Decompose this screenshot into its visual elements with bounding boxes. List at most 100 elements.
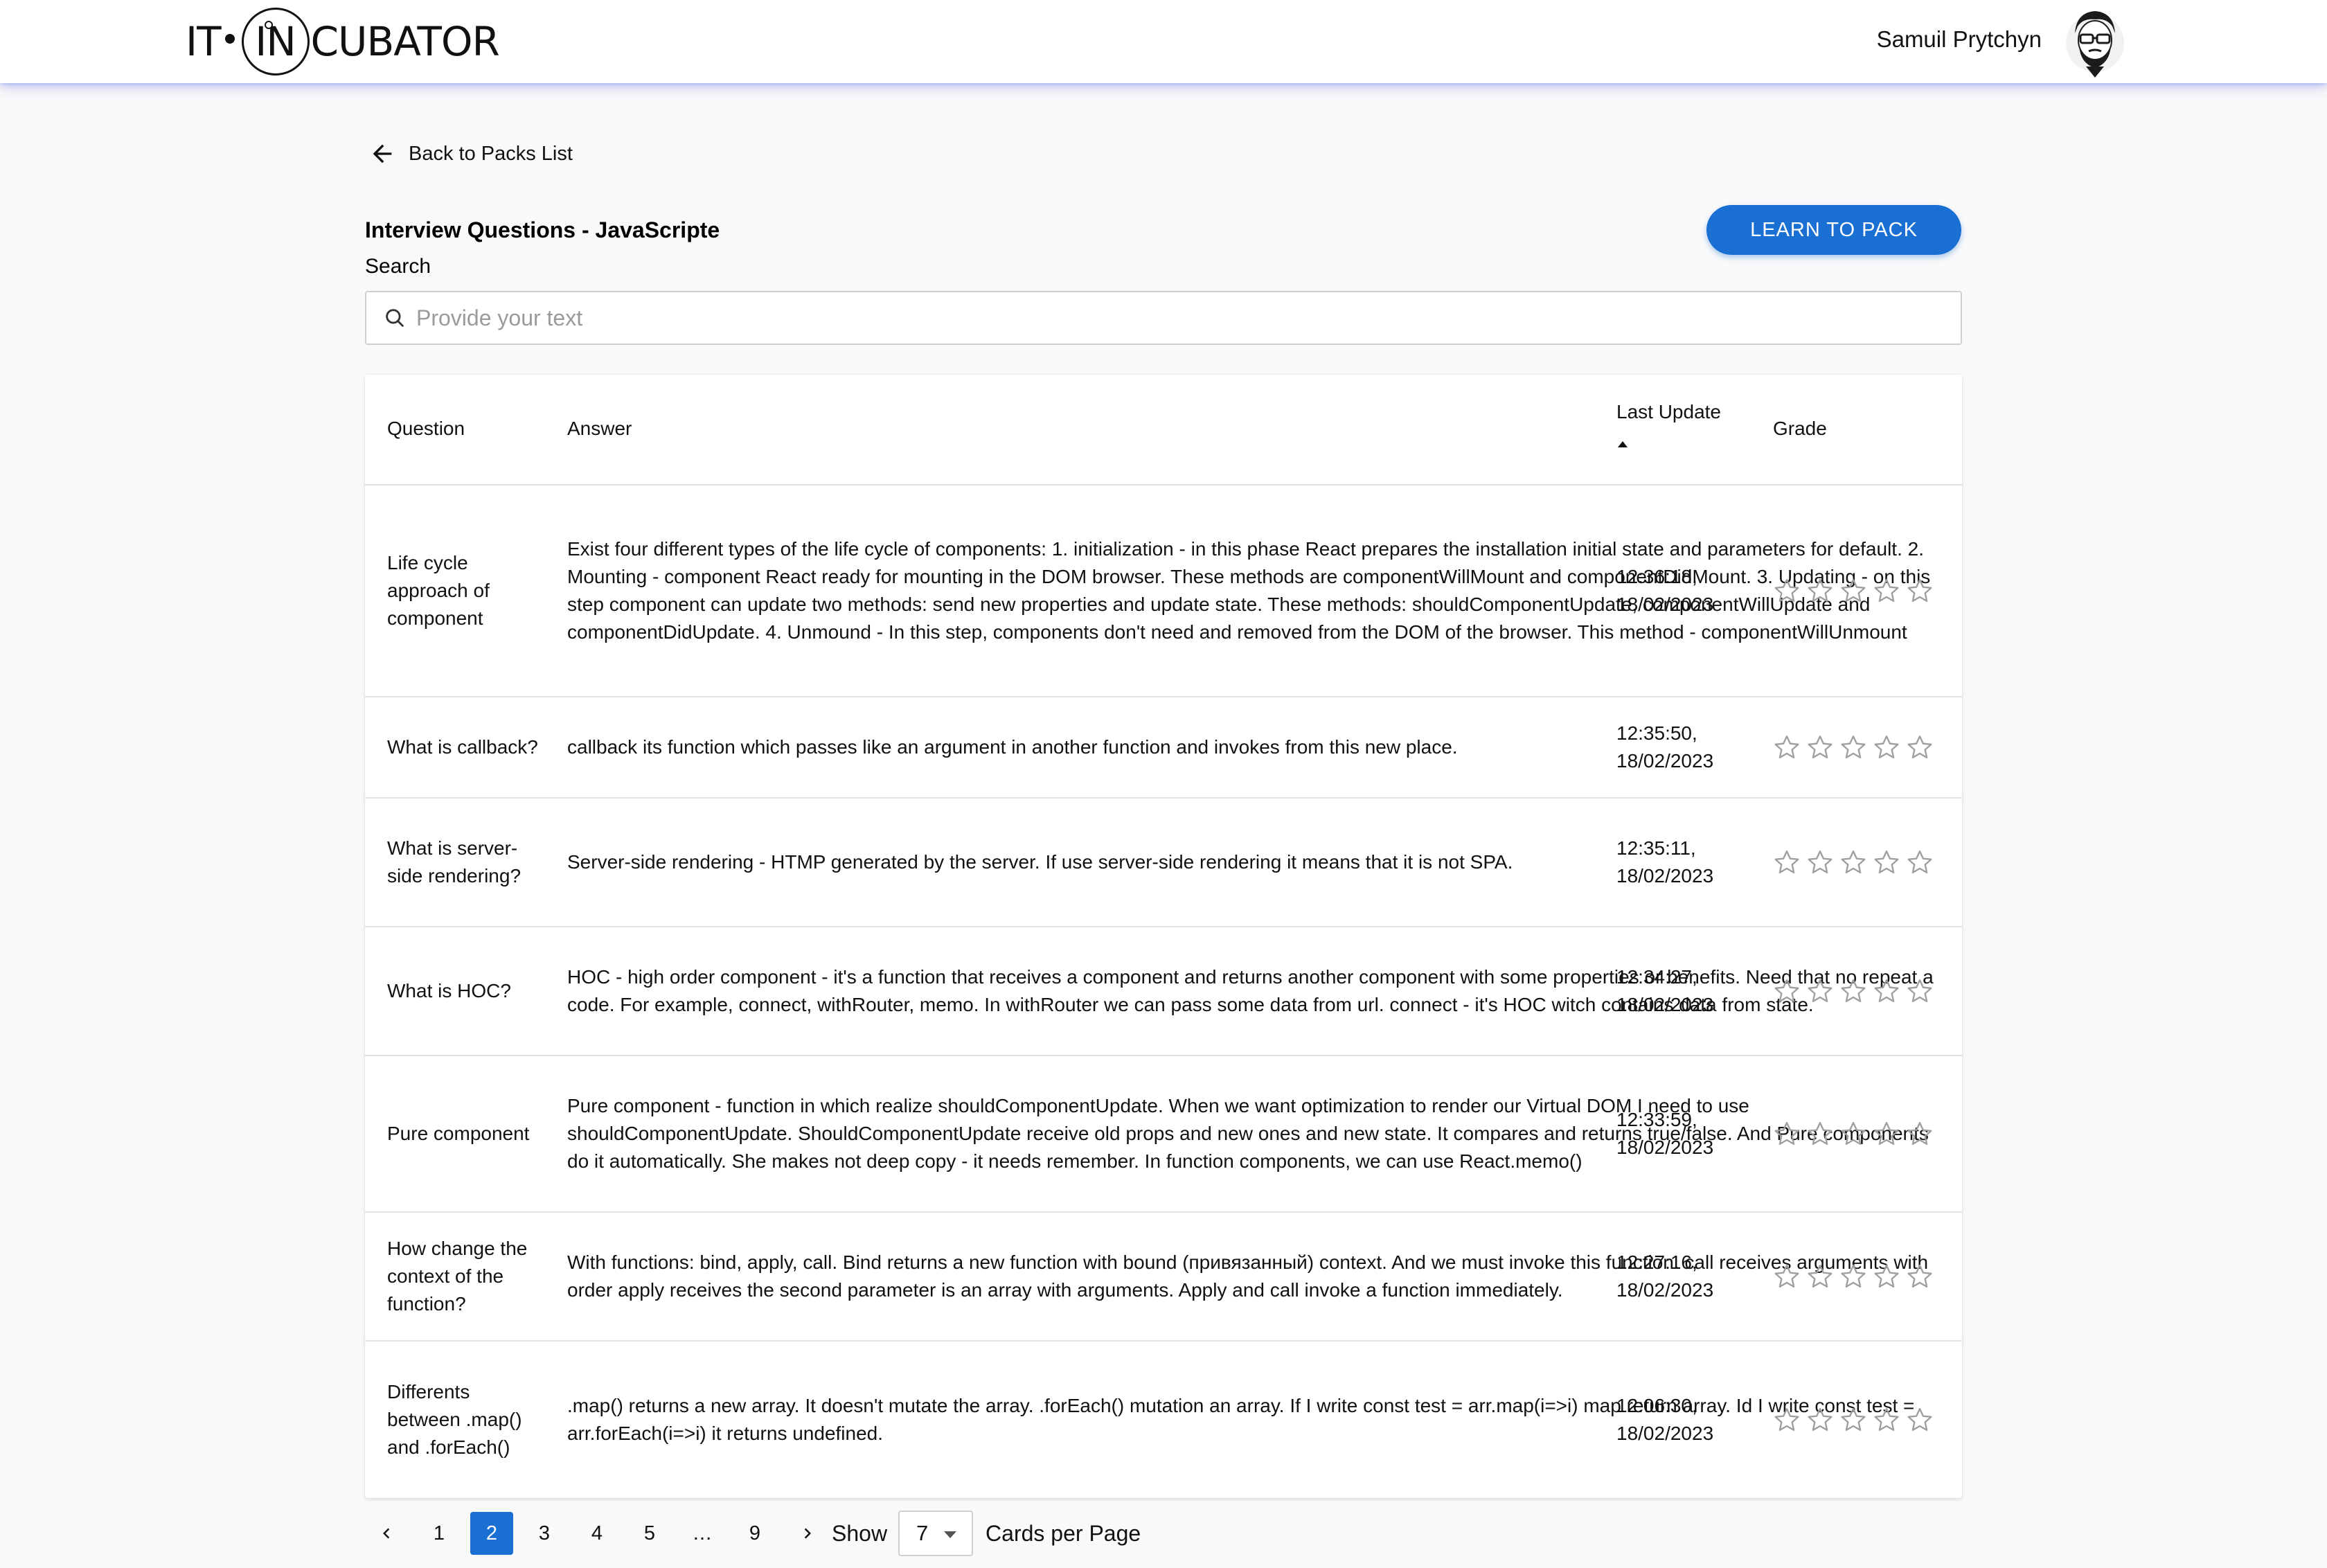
star-outline-icon[interactable] — [1839, 977, 1867, 1005]
user-avatar[interactable] — [2065, 6, 2125, 79]
star-outline-icon[interactable] — [1873, 1120, 1900, 1148]
grade-stars[interactable] — [1773, 577, 1934, 605]
sort-ascending-icon[interactable] — [1618, 441, 1628, 447]
page-button-4[interactable]: 4 — [576, 1512, 618, 1555]
logo-dot — [224, 34, 235, 44]
search-field[interactable] — [365, 291, 1962, 345]
updated-cell: 12:36:18, 18/02/2023 — [1616, 566, 1714, 615]
search-icon — [386, 309, 404, 327]
question-cell: What is HOC? — [387, 980, 511, 1001]
star-outline-icon[interactable] — [1773, 1406, 1801, 1434]
table-row: Life cycle approach of component Exist f… — [365, 485, 1962, 697]
page-button-5[interactable]: 5 — [628, 1512, 671, 1555]
star-outline-icon[interactable] — [1906, 977, 1934, 1005]
back-to-packs-link[interactable]: Back to Packs List — [368, 140, 573, 168]
grade-cell — [1773, 799, 1953, 926]
table-row: Pure component Pure component - function… — [365, 1056, 1962, 1213]
star-outline-icon[interactable] — [1906, 848, 1934, 876]
star-outline-icon[interactable] — [1873, 1406, 1900, 1434]
star-outline-icon[interactable] — [1873, 848, 1900, 876]
star-outline-icon[interactable] — [1806, 1406, 1834, 1434]
star-outline-icon[interactable] — [1906, 577, 1934, 605]
grade-stars[interactable] — [1773, 977, 1934, 1005]
star-outline-icon[interactable] — [1839, 1120, 1867, 1148]
updated-cell: 12:35:11, 18/02/2023 — [1616, 837, 1714, 887]
star-outline-icon[interactable] — [1773, 1263, 1801, 1290]
page-button-1[interactable]: 1 — [418, 1512, 461, 1555]
grade-stars[interactable] — [1773, 848, 1934, 876]
question-cell: What is server-side rendering? — [387, 837, 521, 887]
top-header: IT IN CUBATOR Samuil Prytchyn — [0, 0, 2327, 83]
per-page-select[interactable]: 7 — [898, 1511, 974, 1556]
updated-cell: 12:35:50, 18/02/2023 — [1616, 722, 1714, 772]
it-incubator-logo[interactable]: IT IN CUBATOR — [186, 7, 500, 76]
star-outline-icon[interactable] — [1806, 577, 1834, 605]
updated-cell: 12:34:27, 18/02/2023 — [1616, 966, 1714, 1015]
grade-cell — [1773, 1213, 1953, 1340]
star-outline-icon[interactable] — [1873, 577, 1900, 605]
page-button-2-active[interactable]: 2 — [470, 1512, 513, 1555]
logo-text-it: IT — [186, 18, 222, 65]
star-outline-icon[interactable] — [1806, 977, 1834, 1005]
pagination: 1 2 3 4 5 … 9 Show 7 Cards per Page — [365, 1510, 1141, 1557]
header-last-update-label: Last Update — [1616, 401, 1721, 422]
question-cell: How change the context of the function? — [387, 1238, 528, 1315]
star-outline-icon[interactable] — [1873, 1263, 1900, 1290]
star-outline-icon[interactable] — [1839, 848, 1867, 876]
star-outline-icon[interactable] — [1773, 1120, 1801, 1148]
cards-table: Question Answer Last Update Grade Life c… — [365, 375, 1962, 1498]
star-outline-icon[interactable] — [1773, 977, 1801, 1005]
table-row: What is callback? callback its function … — [365, 697, 1962, 799]
table-row: What is HOC? HOC - high order component … — [365, 927, 1962, 1056]
star-outline-icon[interactable] — [1773, 577, 1801, 605]
star-outline-icon[interactable] — [1839, 577, 1867, 605]
grade-stars[interactable] — [1773, 733, 1934, 761]
caret-down-icon — [944, 1531, 957, 1538]
star-outline-icon[interactable] — [1806, 848, 1834, 876]
header-grade[interactable]: Grade — [1773, 418, 1827, 440]
next-page-button[interactable] — [786, 1512, 829, 1555]
star-outline-icon[interactable] — [1773, 733, 1801, 761]
user-name[interactable]: Samuil Prytchyn — [1877, 26, 2042, 53]
table-row: How change the context of the function? … — [365, 1213, 1962, 1342]
grade-cell — [1773, 1342, 1953, 1498]
arrow-left-icon — [373, 144, 392, 163]
cards-per-page-label: Cards per Page — [986, 1520, 1141, 1546]
page-ellipsis: … — [692, 1522, 713, 1544]
star-outline-icon[interactable] — [1906, 1263, 1934, 1290]
header-answer[interactable]: Answer — [567, 418, 632, 440]
grade-stars[interactable] — [1773, 1263, 1934, 1290]
search-input[interactable] — [416, 305, 1961, 331]
star-outline-icon[interactable] — [1806, 1120, 1834, 1148]
updated-cell: 12:33:59, 18/02/2023 — [1616, 1109, 1714, 1158]
grade-stars[interactable] — [1773, 1120, 1934, 1148]
star-outline-icon[interactable] — [1839, 1406, 1867, 1434]
grade-cell — [1773, 927, 1953, 1055]
star-outline-icon[interactable] — [1873, 733, 1900, 761]
star-outline-icon[interactable] — [1873, 977, 1900, 1005]
question-cell: Pure component — [387, 1123, 530, 1144]
star-outline-icon[interactable] — [1839, 1263, 1867, 1290]
table-row: Differents between .map() and .forEach()… — [365, 1342, 1962, 1498]
updated-cell: 12:27:16, 18/02/2023 — [1616, 1251, 1714, 1301]
star-outline-icon[interactable] — [1906, 1120, 1934, 1148]
search-label: Search — [365, 255, 431, 278]
star-outline-icon[interactable] — [1806, 1263, 1834, 1290]
logo-text-cubator: CUBATOR — [310, 18, 500, 65]
star-outline-icon[interactable] — [1773, 848, 1801, 876]
question-cell: What is callback? — [387, 736, 538, 758]
star-outline-icon[interactable] — [1806, 733, 1834, 761]
learn-to-pack-button[interactable]: LEARN TO PACK — [1706, 205, 1961, 255]
prev-page-button[interactable] — [365, 1512, 408, 1555]
per-page-value: 7 — [916, 1521, 929, 1545]
grade-stars[interactable] — [1773, 1406, 1934, 1434]
star-outline-icon[interactable] — [1906, 733, 1934, 761]
page-button-3[interactable]: 3 — [523, 1512, 566, 1555]
grade-cell — [1773, 485, 1953, 696]
header-last-update[interactable]: Last Update — [1616, 401, 1721, 447]
header-question[interactable]: Question — [387, 418, 465, 440]
page-button-9[interactable]: 9 — [733, 1512, 776, 1555]
star-outline-icon[interactable] — [1839, 733, 1867, 761]
updated-cell: 12:06:30, 18/02/2023 — [1616, 1395, 1714, 1444]
star-outline-icon[interactable] — [1906, 1406, 1934, 1434]
